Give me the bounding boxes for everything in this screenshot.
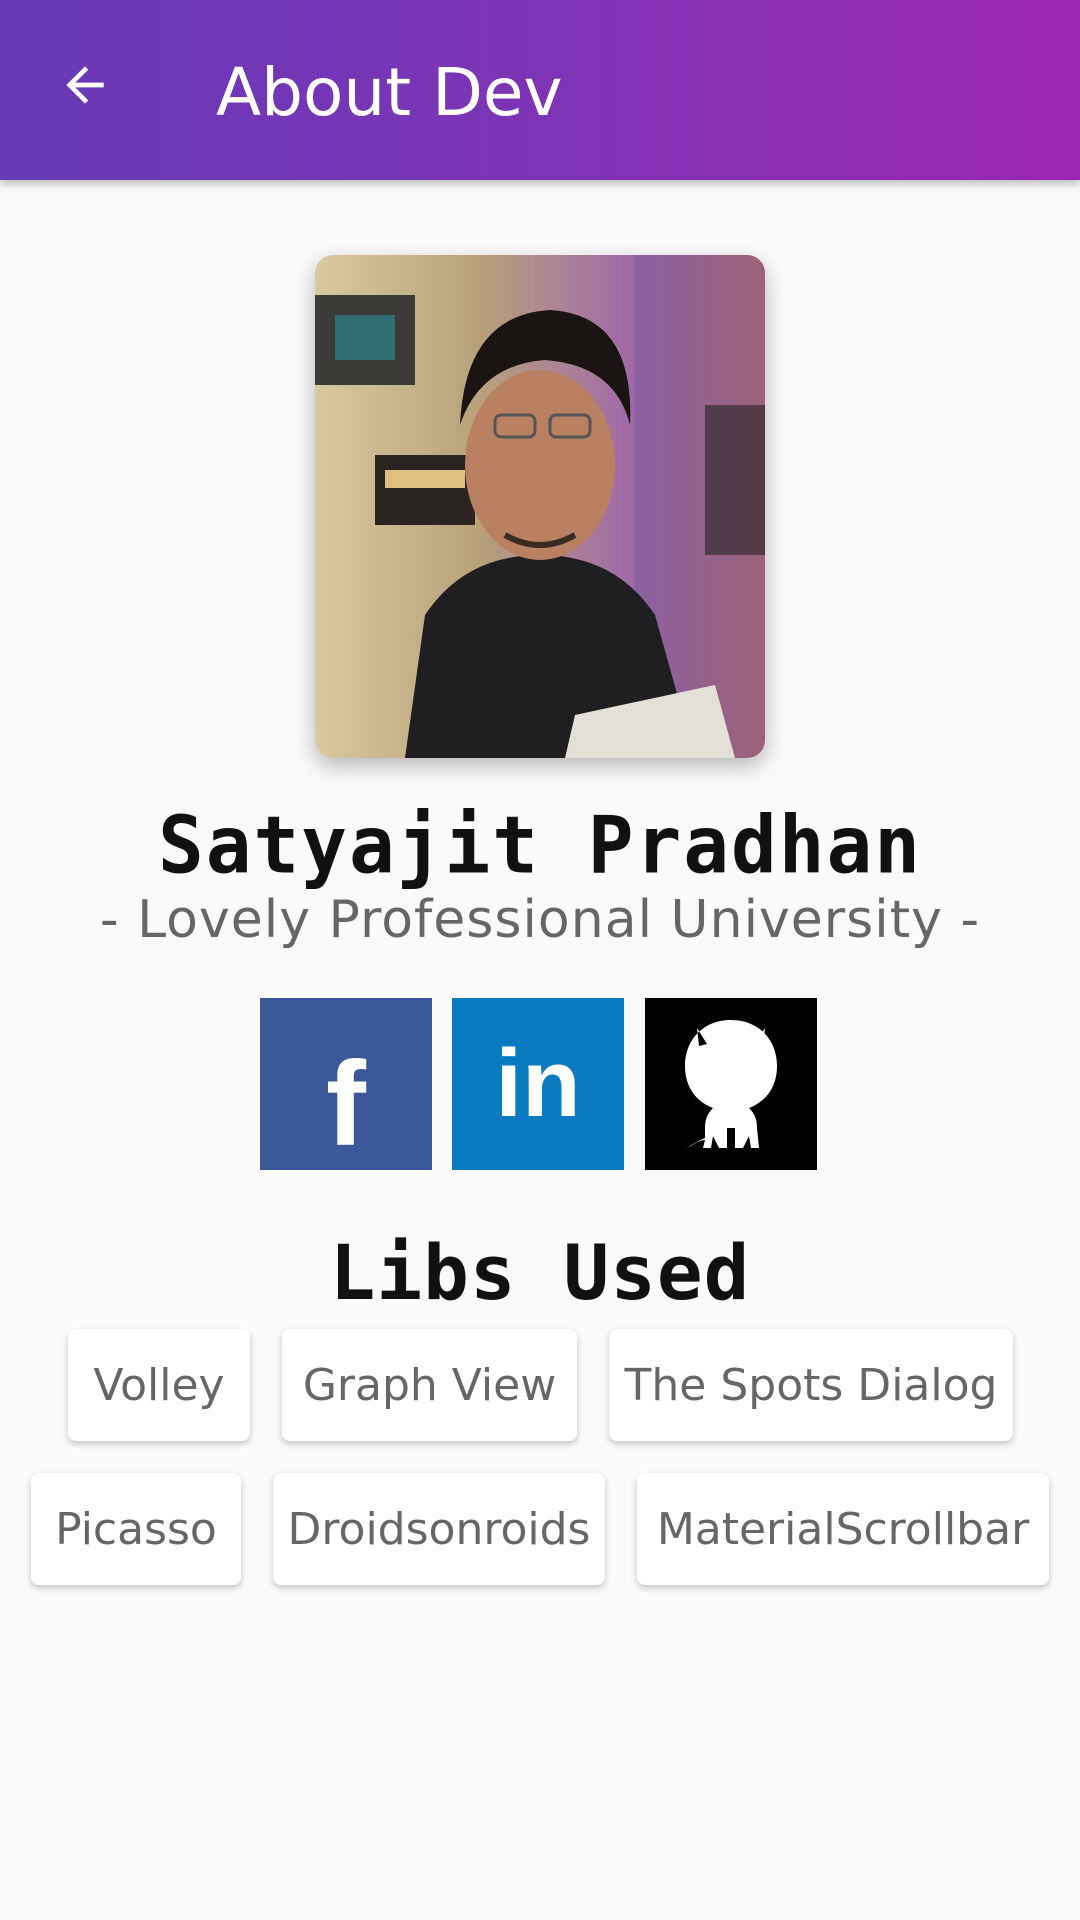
lib-chip-picasso[interactable]: Picasso xyxy=(31,1473,241,1585)
github-icon xyxy=(683,1020,777,1148)
linkedin-button[interactable]: in xyxy=(452,998,624,1170)
facebook-icon: f xyxy=(326,1037,366,1171)
libs-used-heading: Libs Used xyxy=(329,1228,751,1317)
lib-chip-materialscrollbar[interactable]: MaterialScrollbar xyxy=(637,1473,1049,1585)
back-button[interactable] xyxy=(50,50,120,120)
page-title: About Dev xyxy=(216,54,563,131)
profile-photo xyxy=(315,255,765,758)
arrow-left-icon xyxy=(66,66,104,104)
lib-chip-volley[interactable]: Volley xyxy=(68,1329,250,1441)
github-button[interactable] xyxy=(645,998,817,1170)
app-bar: About Dev xyxy=(0,0,1080,180)
developer-name: Satyajit Pradhan xyxy=(157,797,923,892)
developer-university: - Lovely Professional University - xyxy=(99,890,981,950)
lib-chip-graph-view[interactable]: Graph View xyxy=(282,1329,577,1441)
lib-chip-the-spots-dialog[interactable]: The Spots Dialog xyxy=(609,1329,1013,1441)
lib-chip-droidsonroids[interactable]: Droidsonroids xyxy=(273,1473,605,1585)
linkedin-icon: in xyxy=(495,1030,581,1137)
facebook-button[interactable]: f xyxy=(260,998,432,1171)
